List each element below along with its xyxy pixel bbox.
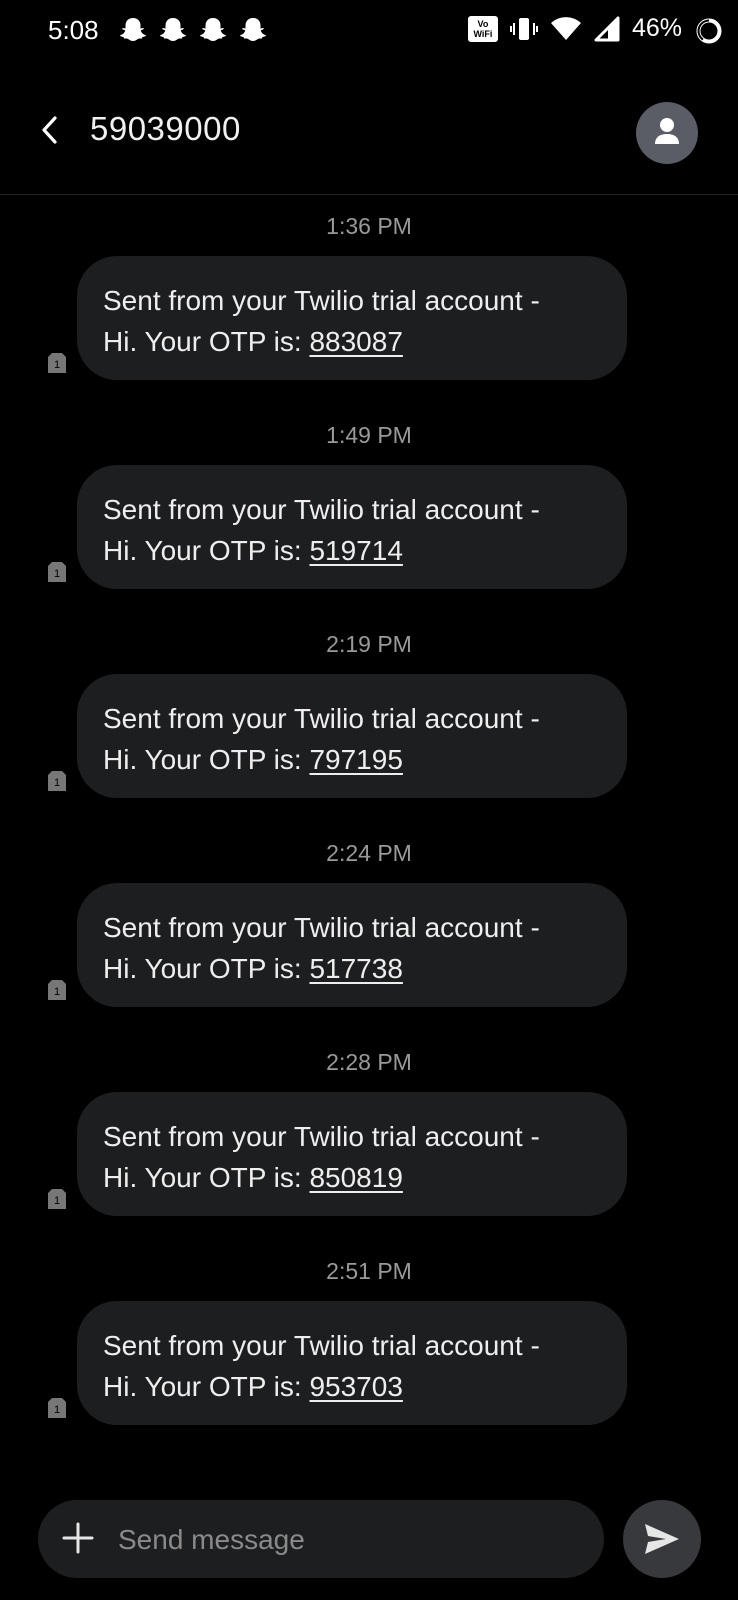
- message-text-prefix: Hi. Your OTP is:: [103, 535, 310, 566]
- message-group: 2:51 PM Sent from your Twilio trial acco…: [0, 1240, 738, 1449]
- message-bubble[interactable]: Sent from your Twilio trial account - Hi…: [77, 674, 627, 798]
- vowifi-top: Vo: [477, 18, 489, 29]
- conversation-title[interactable]: 59039000: [90, 110, 241, 148]
- notification-icons: [118, 16, 268, 44]
- message-timestamp: 2:19 PM: [326, 631, 412, 657]
- vowifi-bottom: WiFi: [473, 28, 493, 39]
- message-timestamp: 2:51 PM: [326, 1258, 412, 1284]
- message-text-prefix: Hi. Your OTP is:: [103, 1371, 310, 1402]
- sim-number: 1: [54, 359, 60, 371]
- status-bar: 5:08 Vo WiFi 46%: [0, 0, 738, 62]
- message-composer: [38, 1500, 604, 1580]
- otp-code-link[interactable]: 850819: [309, 1162, 402, 1193]
- sim-1-icon: 1: [48, 771, 66, 791]
- message-group: 1:49 PM Sent from your Twilio trial acco…: [0, 404, 738, 613]
- snapchat-icon: [240, 18, 266, 41]
- message-group: 2:24 PM Sent from your Twilio trial acco…: [0, 822, 738, 1031]
- send-button[interactable]: [623, 1500, 701, 1578]
- back-arrow-icon[interactable]: [36, 112, 64, 148]
- message-bubble[interactable]: Sent from your Twilio trial account - Hi…: [77, 1092, 627, 1216]
- battery-icon: [696, 18, 722, 44]
- snapchat-icon: [160, 18, 186, 41]
- sim-number: 1: [54, 1404, 60, 1416]
- wifi-icon: [550, 16, 581, 40]
- otp-code-link[interactable]: 517738: [309, 953, 402, 984]
- sim-1-icon: 1: [48, 980, 66, 1000]
- battery-percent: 46%: [631, 14, 682, 42]
- message-bubble[interactable]: Sent from your Twilio trial account - Hi…: [77, 883, 627, 1007]
- message-bubble[interactable]: Sent from your Twilio trial account - Hi…: [77, 465, 627, 589]
- sim-number: 1: [54, 1195, 60, 1207]
- message-group: 2:19 PM Sent from your Twilio trial acco…: [0, 613, 738, 822]
- message-group: 2:28 PM Sent from your Twilio trial acco…: [0, 1031, 738, 1240]
- sim-number: 1: [54, 777, 60, 789]
- message-text: Sent from your Twilio trial account -: [103, 285, 540, 316]
- message-timestamp: 1:36 PM: [326, 213, 412, 239]
- message-timestamp: 2:28 PM: [326, 1049, 412, 1075]
- message-text-prefix: Hi. Your OTP is:: [103, 744, 310, 775]
- message-text: Sent from your Twilio trial account -: [103, 1330, 540, 1361]
- snapchat-icon: [200, 18, 226, 41]
- message-text-prefix: Hi. Your OTP is:: [103, 1162, 310, 1193]
- message-text: Sent from your Twilio trial account -: [103, 494, 540, 525]
- sim-1-icon: 1: [48, 1398, 66, 1418]
- sim-1-icon: 1: [48, 562, 66, 582]
- sim-number: 1: [54, 568, 60, 580]
- message-bubble[interactable]: Sent from your Twilio trial account - Hi…: [77, 1301, 627, 1425]
- message-thread[interactable]: 1:36 PM Sent from your Twilio trial acco…: [0, 195, 738, 1449]
- otp-code-link[interactable]: 953703: [309, 1371, 402, 1402]
- status-time: 5:08: [48, 15, 99, 45]
- message-timestamp: 1:49 PM: [326, 422, 412, 448]
- cellular-signal-icon: [594, 16, 620, 41]
- message-text: Sent from your Twilio trial account -: [103, 912, 540, 943]
- contact-avatar-icon[interactable]: [636, 102, 698, 164]
- otp-code-link[interactable]: 883087: [309, 326, 402, 357]
- otp-code-link[interactable]: 519714: [309, 535, 402, 566]
- vowifi-icon: Vo WiFi: [467, 15, 498, 42]
- sim-1-icon: 1: [48, 1189, 66, 1209]
- snapchat-icon: [120, 18, 146, 41]
- message-text: Sent from your Twilio trial account -: [103, 1121, 540, 1152]
- message-group: 1:36 PM Sent from your Twilio trial acco…: [0, 195, 738, 404]
- vibrate-icon: [509, 17, 538, 40]
- send-icon: [645, 1524, 679, 1554]
- message-text-prefix: Hi. Your OTP is:: [103, 326, 310, 357]
- status-right: Vo WiFi 46%: [467, 14, 682, 43]
- sim-number: 1: [54, 986, 60, 998]
- message-text: Sent from your Twilio trial account -: [103, 703, 540, 734]
- message-text-prefix: Hi. Your OTP is:: [103, 953, 310, 984]
- message-bubble[interactable]: Sent from your Twilio trial account - Hi…: [77, 256, 627, 380]
- conversation-header: 59039000: [0, 62, 738, 195]
- sim-1-icon: 1: [48, 353, 66, 373]
- send-message-input[interactable]: [116, 1500, 580, 1580]
- message-timestamp: 2:24 PM: [326, 840, 412, 866]
- otp-code-link[interactable]: 797195: [309, 744, 402, 775]
- plus-icon[interactable]: [62, 1522, 94, 1554]
- person-icon: [655, 118, 679, 144]
